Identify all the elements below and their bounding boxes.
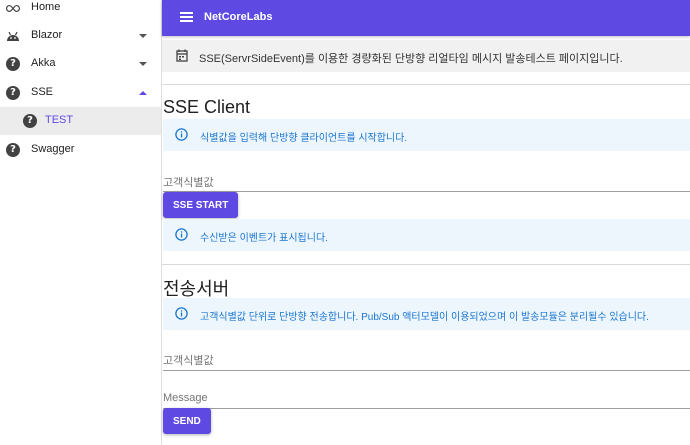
info-icon	[175, 128, 188, 146]
help-icon: ?	[6, 86, 20, 100]
chevron-up-icon	[139, 91, 147, 95]
info-icon	[175, 307, 188, 325]
page-banner: SSE(ServrSideEvent)를 이용한 경량화된 단방향 리얼타임 메…	[162, 40, 690, 72]
server-id-input[interactable]	[163, 354, 690, 371]
events-info-alert: 수신받은 이벤트가 표시됩니다.	[163, 219, 690, 251]
message-field: Message	[163, 390, 690, 410]
events-info-text: 수신받은 이벤트가 표시됩니다.	[200, 233, 328, 244]
calendar-icon	[176, 49, 188, 67]
client-section-title: SSE Client	[163, 97, 251, 117]
sidebar-item-home[interactable]: Home	[0, 0, 161, 22]
sidebar-item-label: TEST	[45, 114, 74, 126]
divider	[162, 84, 690, 85]
sidebar-item-label: Blazor	[31, 29, 63, 41]
sidebar: Home Blazor ? Akka ? SSE ? TEST ? Swagge…	[0, 0, 162, 445]
sidebar-item-akka[interactable]: ? Akka	[0, 50, 161, 78]
help-icon: ?	[6, 57, 20, 71]
sidebar-item-sse[interactable]: ? SSE	[0, 79, 161, 107]
sidebar-item-label: Home	[31, 1, 61, 13]
server-info-text: 고객식별값 단위로 단방향 전송합니다. Pub/Sub 액터모델이 이용되었으…	[200, 312, 649, 323]
app-title: NetCoreLabs	[204, 11, 273, 23]
client-id-field: 고객식별값	[163, 172, 690, 192]
sidebar-item-test[interactable]: ? TEST	[0, 107, 161, 135]
sidebar-item-label: Akka	[31, 57, 56, 69]
message-input[interactable]	[163, 392, 690, 409]
sidebar-item-label: Swagger	[31, 143, 75, 155]
sidebar-item-swagger[interactable]: ? Swagger	[0, 136, 161, 164]
client-info-text: 식별값을 입력해 단방향 클라이언트를 시작합니다.	[200, 133, 408, 144]
android-icon	[6, 29, 20, 43]
sidebar-item-label: SSE	[31, 86, 54, 98]
chevron-down-icon	[139, 62, 147, 66]
app-bar: NetCoreLabs	[162, 0, 690, 36]
help-icon: ?	[6, 143, 20, 157]
menu-icon[interactable]	[180, 12, 193, 22]
server-id-field: 고객식별값	[163, 350, 690, 372]
help-icon: ?	[23, 114, 37, 128]
infinity-icon	[6, 1, 20, 15]
banner-text: SSE(ServrSideEvent)를 이용한 경량화된 단방향 리얼타임 메…	[199, 53, 623, 65]
send-button[interactable]: SEND	[163, 408, 211, 434]
client-id-input[interactable]	[163, 175, 690, 192]
sse-start-button[interactable]: SSE START	[163, 192, 239, 218]
info-icon	[175, 228, 188, 246]
server-info-alert: 고객식별값 단위로 단방향 전송합니다. Pub/Sub 액터모델이 이용되었으…	[163, 298, 690, 330]
divider	[162, 264, 690, 265]
chevron-down-icon	[139, 34, 147, 38]
sidebar-item-blazor[interactable]: Blazor	[0, 22, 161, 50]
client-info-alert: 식별값을 입력해 단방향 클라이언트를 시작합니다.	[163, 119, 690, 151]
